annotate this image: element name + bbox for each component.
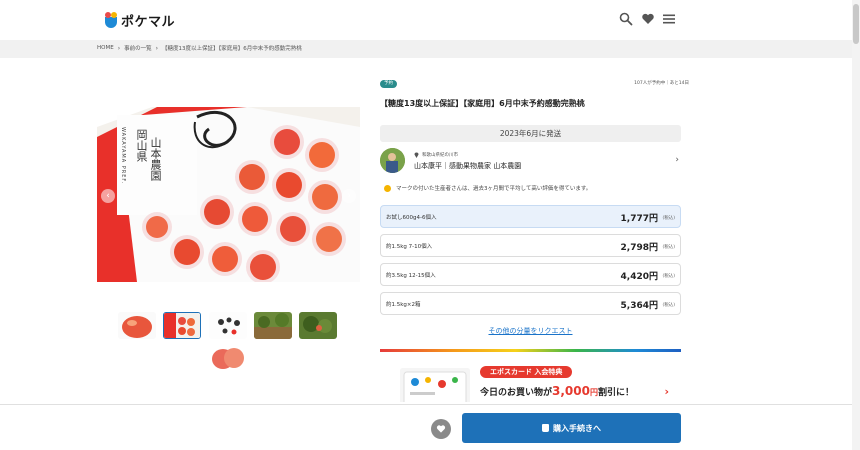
- bottom-action-bar: 購入手続きへ: [0, 404, 852, 450]
- search-icon[interactable]: [619, 12, 633, 26]
- checkout-button[interactable]: 購入手続きへ: [462, 413, 681, 443]
- shopping-bag-icon: [542, 424, 549, 432]
- producer-location: 和歌山県紀の川市: [414, 152, 458, 158]
- gallery-prev-button[interactable]: ‹: [101, 189, 115, 203]
- chevron-right-icon: ›: [155, 44, 159, 52]
- promo-amount: 3,000: [552, 384, 590, 398]
- producer-avatar: [380, 148, 405, 173]
- option-price: 4,420円: [620, 272, 658, 282]
- box-label-2: 山本農園: [149, 137, 162, 181]
- option-tax: (税込): [662, 245, 675, 250]
- promo-pill: エポスカード 入会特典: [480, 366, 573, 378]
- producer-name: 山本康平｜感動果物農家 山本農園: [414, 162, 522, 170]
- heart-icon[interactable]: [641, 12, 655, 26]
- reservation-count: 107人が予約中｜あと14日: [634, 81, 689, 86]
- option-tax: (税込): [662, 303, 675, 308]
- chevron-right-icon: ›: [675, 155, 679, 165]
- chevron-right-icon: ›: [664, 385, 669, 398]
- thumbnail-peach-single[interactable]: [118, 312, 156, 339]
- rainbow-divider: [380, 349, 681, 352]
- scrollbar-thumb[interactable]: [853, 4, 859, 44]
- breadcrumb-home[interactable]: HOME: [97, 45, 114, 51]
- heart-icon: [436, 425, 446, 433]
- promo-pre: 今日のお買い物が: [480, 388, 553, 398]
- promo-post: 割引に！: [597, 388, 634, 398]
- rating-badge-icon: [384, 184, 391, 192]
- thumbnail-orchard-2[interactable]: [299, 312, 337, 339]
- option-item-3[interactable]: 約3.5kg 12-15個入 4,420円 (税込): [380, 263, 681, 286]
- hamburger-menu-icon[interactable]: [662, 12, 676, 26]
- option-name: お試し600g4-6個入: [386, 215, 437, 221]
- vertical-scrollbar[interactable]: [852, 0, 860, 450]
- checkout-label: 購入手続きへ: [553, 423, 601, 433]
- option-name: 約1.5kg 7-10個入: [386, 244, 433, 250]
- option-tax: (税込): [662, 216, 675, 221]
- logo-icon: [104, 12, 118, 28]
- box-label-1: 岡山県: [135, 129, 148, 162]
- thumbnail-orchard-1[interactable]: [254, 312, 292, 339]
- option-item-1[interactable]: お試し600g4-6個入 1,777円 (税込): [380, 205, 681, 228]
- product-main-image[interactable]: 岡山県 山本農園 WAKAYAMA PREF. ‹ ›: [97, 107, 360, 282]
- promo-unit: 円: [589, 388, 598, 397]
- favorite-button[interactable]: [431, 419, 451, 439]
- option-item-2[interactable]: 約1.5kg 7-10個入 2,798円 (税込): [380, 234, 681, 257]
- option-tax: (税込): [662, 274, 675, 279]
- breadcrumb-bar: HOME › 事前の一覧 › 【糖度13度以上保証】【家庭用】6月中末予約感動完…: [0, 40, 852, 58]
- epos-card-image: [400, 368, 470, 402]
- location-pin-icon: [414, 152, 419, 158]
- breadcrumb-current: 【糖度13度以上保証】【家庭用】6月中末予約感動完熟桃: [162, 46, 302, 52]
- chevron-left-icon: ‹: [106, 191, 110, 201]
- option-name: 約1.5kg×2箱: [386, 302, 421, 308]
- option-item-4[interactable]: 約1.5kg×2箱 5,364円 (税込): [380, 292, 681, 315]
- option-name: 約3.5kg 12-15個入: [386, 273, 436, 279]
- chevron-right-icon: ›: [347, 191, 351, 201]
- reservation-badge: 予約: [380, 80, 397, 88]
- thumbnail-peach-pair[interactable]: [209, 344, 247, 371]
- request-other-amount-link[interactable]: その他の分量をリクエスト: [380, 326, 681, 336]
- chevron-right-icon: ›: [117, 44, 121, 52]
- option-price: 2,798円: [620, 243, 658, 253]
- breadcrumb: HOME › 事前の一覧 › 【糖度13度以上保証】【家庭用】6月中末予約感動完…: [97, 44, 302, 53]
- gallery-next-button[interactable]: ›: [342, 189, 356, 203]
- promo-text: 今日のお買い物が3,000円割引に！: [480, 384, 634, 398]
- option-price: 1,777円: [620, 214, 658, 224]
- thumbnail-farm-logo[interactable]: [209, 312, 247, 339]
- location-text: 和歌山県紀の川市: [422, 153, 458, 158]
- logo-text: ポケマル: [121, 14, 176, 30]
- thumbnail-peach-box[interactable]: [163, 312, 201, 339]
- product-title: 【糖度13度以上保証】【家庭用】6月中末予約感動完熟桃: [380, 99, 585, 108]
- rating-note-text: マークの付いた生産者さんは、過去3ヶ月間で平均して高い評価を得ています。: [396, 186, 592, 192]
- breadcrumb-list[interactable]: 事前の一覧: [124, 44, 152, 52]
- producer-link[interactable]: 和歌山県紀の川市 山本康平｜感動果物農家 山本農園 ›: [380, 146, 681, 174]
- shipping-date: 2023年6月に発送: [380, 125, 681, 142]
- option-price: 5,364円: [620, 301, 658, 311]
- epos-card-banner[interactable]: エポスカード 入会特典 今日のお買い物が3,000円割引に！ ›: [380, 360, 681, 402]
- pocket-marche-logo[interactable]: ポケマル: [104, 10, 175, 30]
- rating-note: マークの付いた生産者さんは、過去3ヶ月間で平均して高い評価を得ています。: [384, 184, 591, 192]
- header: ポケマル: [0, 0, 852, 40]
- box-label-3: WAKAYAMA PREF.: [120, 127, 126, 185]
